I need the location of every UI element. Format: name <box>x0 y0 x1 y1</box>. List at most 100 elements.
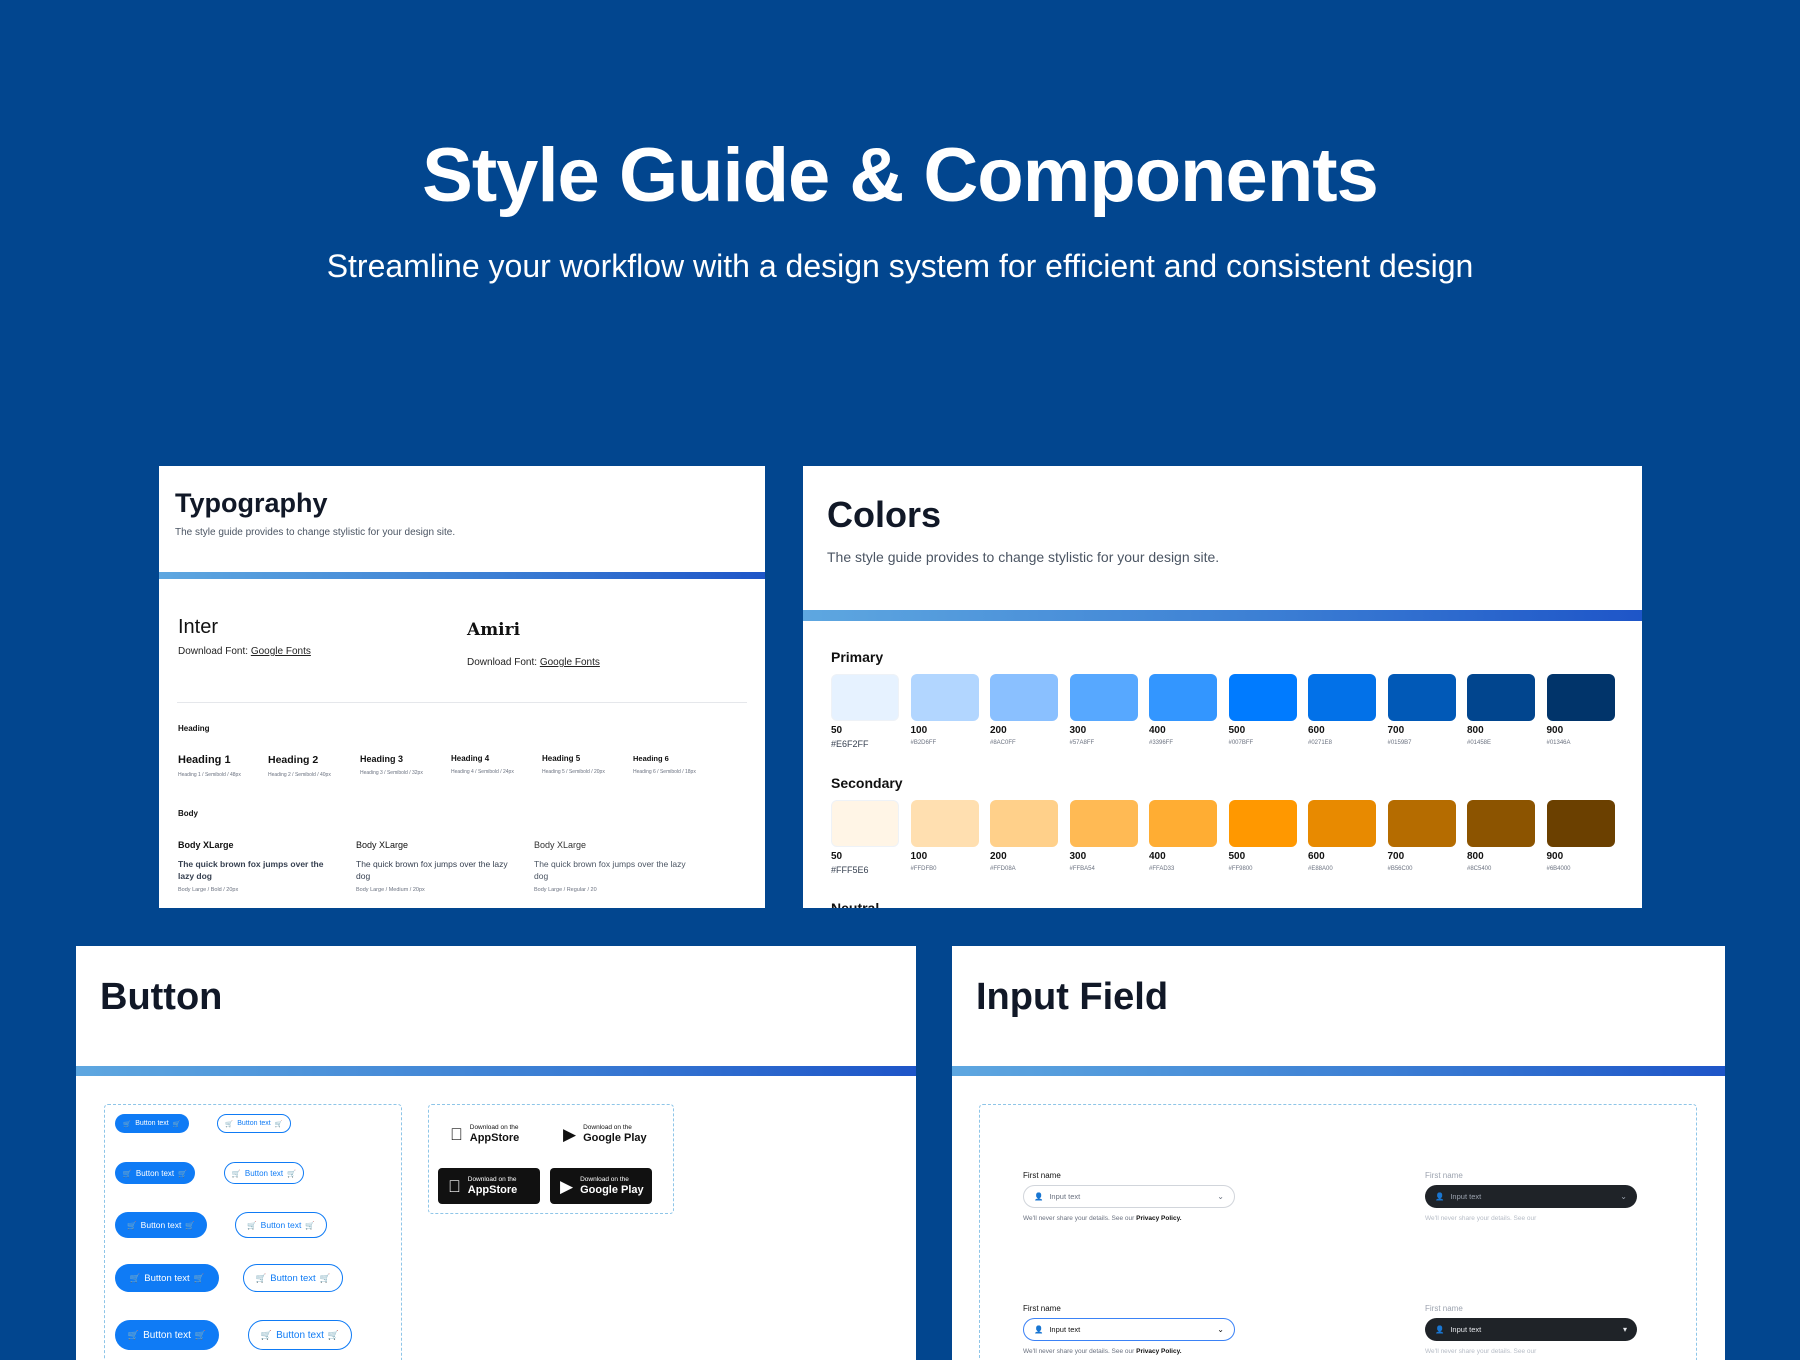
badge-big-text: Google Play <box>583 1132 647 1144</box>
color-step: 600 <box>1308 851 1325 862</box>
heading-meta: Heading 3 / Semibold / 32px <box>360 770 423 776</box>
apple-icon:  <box>450 1126 463 1143</box>
outline-button-size-3[interactable]: 🛒 Button text 🛒 <box>235 1212 327 1238</box>
first-name-input-dark-focus[interactable]: 👤 Input text ▾ <box>1425 1318 1637 1341</box>
privacy-policy-link[interactable]: Privacy Policy. <box>1136 1215 1181 1222</box>
badge-small-text: Download on the <box>457 1124 519 1131</box>
first-name-input-dark[interactable]: 👤 Input text ⌄ <box>1425 1185 1637 1208</box>
button-label: Button text <box>135 1168 175 1178</box>
color-swatch <box>1308 800 1376 847</box>
color-swatch <box>1069 800 1138 847</box>
input-divider-stripe <box>952 1066 1725 1076</box>
google-fonts-link[interactable]: Google Fonts <box>540 657 600 668</box>
body-sample-medium: Body XLarge The quick brown fox jumps ov… <box>356 840 516 893</box>
help-prefix: We'll never share your details. See our <box>1023 1348 1137 1355</box>
body-text: The quick brown fox jumps over the lazy … <box>178 859 324 881</box>
color-hex: #B2D6FF <box>910 740 937 746</box>
colors-divider-stripe <box>803 610 1642 621</box>
color-swatch <box>831 674 899 721</box>
color-swatch <box>1467 800 1535 847</box>
input-value: Input text <box>1450 1325 1482 1334</box>
colors-description: The style guide provides to change styli… <box>827 549 1220 565</box>
body-title: Body XLarge <box>356 840 409 850</box>
page-title: Style Guide & Components <box>422 133 1379 218</box>
body-section-label: Body <box>178 809 198 818</box>
body-sample-bold: Body XLarge The quick brown fox jumps ov… <box>178 840 338 893</box>
color-hex: #01346A <box>1546 740 1571 746</box>
cart-icon: 🛒 <box>260 1329 273 1340</box>
first-name-input-light-focus[interactable]: 👤 Input text ⌄ <box>1023 1318 1235 1341</box>
googleplay-badge-light[interactable]: ▶ Download on the Google Play <box>553 1116 655 1152</box>
cart-icon: 🛒 <box>185 1220 195 1230</box>
first-name-input-light[interactable]: 👤 Input text ⌄ <box>1023 1185 1235 1208</box>
color-step: 900 <box>1546 851 1564 862</box>
play-icon: ▶ <box>560 1176 574 1196</box>
cart-icon: 🛒 <box>231 1168 241 1178</box>
body-meta: Body Large / Bold / 20px <box>178 887 239 893</box>
heading-meta: Heading 1 / Semibold / 48px <box>178 772 241 778</box>
color-swatch <box>910 800 979 847</box>
button-label: Button text <box>260 1220 302 1230</box>
solid-button-size-5[interactable]: 🛒 Button text 🛒 <box>115 1320 219 1350</box>
color-hex: #57A8FF <box>1069 740 1095 746</box>
font-download-inter: Download Font: Google Fonts <box>178 646 311 657</box>
solid-button-size-4[interactable]: 🛒 Button text 🛒 <box>115 1264 219 1292</box>
button-title: Button <box>100 976 223 1018</box>
typography-description: The style guide provides to change styli… <box>175 527 456 538</box>
heading-label: Heading 4 <box>451 754 490 763</box>
googleplay-badge-dark[interactable]: ▶ Download on the Google Play <box>550 1168 652 1204</box>
primary-palette-label: Primary <box>831 649 884 665</box>
outline-button-size-1[interactable]: 🛒 Button text 🛒 <box>217 1114 291 1133</box>
cart-icon: 🛒 <box>247 1220 257 1230</box>
cart-icon: 🛒 <box>327 1329 340 1340</box>
color-hex: #0159B7 <box>1387 740 1412 746</box>
color-swatch <box>1149 800 1217 847</box>
button-label: Button text <box>276 1329 324 1341</box>
color-step: 800 <box>1467 851 1484 862</box>
google-fonts-link[interactable]: Google Fonts <box>251 646 311 657</box>
color-step: 100 <box>910 851 928 862</box>
chevron-down-icon: ▾ <box>1622 1325 1627 1334</box>
privacy-policy-link[interactable]: Privacy Policy. <box>1136 1348 1181 1355</box>
solid-button-size-2[interactable]: 🛒 Button text 🛒 <box>115 1162 195 1184</box>
badge-small-text: Download on the <box>455 1176 517 1183</box>
body-title: Body XLarge <box>534 840 587 850</box>
cart-icon: 🛒 <box>178 1168 188 1178</box>
color-hex: #8AC0FF <box>990 740 1016 746</box>
color-hex: #B56C00 <box>1387 866 1413 872</box>
cart-icon: 🛒 <box>122 1168 132 1178</box>
cart-icon: 🛒 <box>274 1120 283 1128</box>
heading-meta: Heading 2 / Semibold / 40px <box>268 772 331 778</box>
color-swatch <box>1308 674 1376 721</box>
button-card: Button 🛒 Button text 🛒 🛒 Button text 🛒 🛒 Button… <box>76 946 916 1360</box>
chevron-down-icon: ⌄ <box>1217 1192 1224 1201</box>
appstore-badge-light[interactable]:  Download on theAppStore <box>440 1116 542 1152</box>
solid-button-size-3[interactable]: 🛒 Button text 🛒 <box>115 1212 207 1238</box>
outline-button-size-4[interactable]: 🛒 Button text 🛒 <box>243 1264 343 1292</box>
cart-icon: 🛒 <box>225 1120 234 1128</box>
color-hex: #0271E8 <box>1308 740 1333 746</box>
solid-button-size-1[interactable]: 🛒 Button text 🛒 <box>115 1114 189 1133</box>
outline-button-size-2[interactable]: 🛒 Button text 🛒 <box>224 1162 304 1184</box>
typography-card: Typography The style guide provides to c… <box>159 466 765 908</box>
button-label: Button text <box>270 1272 316 1284</box>
secondary-palette-label: Secondary <box>831 775 903 791</box>
color-hex: #FFD08A <box>990 866 1016 872</box>
button-label: Button text <box>143 1329 191 1341</box>
color-hex: #01458E <box>1467 740 1492 746</box>
heading-meta: Heading 6 / Semibold / 18px <box>633 769 696 775</box>
appstore-badge-dark[interactable]:  Download on theAppStore <box>438 1168 540 1204</box>
user-icon: 👤 <box>1435 1325 1445 1334</box>
color-step: 200 <box>990 851 1007 862</box>
color-swatch <box>1546 674 1615 721</box>
input-value: Input text <box>1049 1325 1081 1334</box>
heading-label: Heading 3 <box>360 754 404 764</box>
color-swatch <box>910 674 979 721</box>
chevron-down-icon: ⌄ <box>1620 1192 1627 1201</box>
color-step: 600 <box>1308 725 1325 736</box>
outline-button-size-5[interactable]: 🛒 Button text 🛒 <box>248 1320 352 1350</box>
color-swatch <box>1228 674 1297 721</box>
heading-sample-5: Heading 5 Heading 5 / Semibold / 20px <box>542 754 605 775</box>
badge-small-text: Download on the <box>583 1124 632 1131</box>
typography-divider-stripe <box>159 572 765 579</box>
